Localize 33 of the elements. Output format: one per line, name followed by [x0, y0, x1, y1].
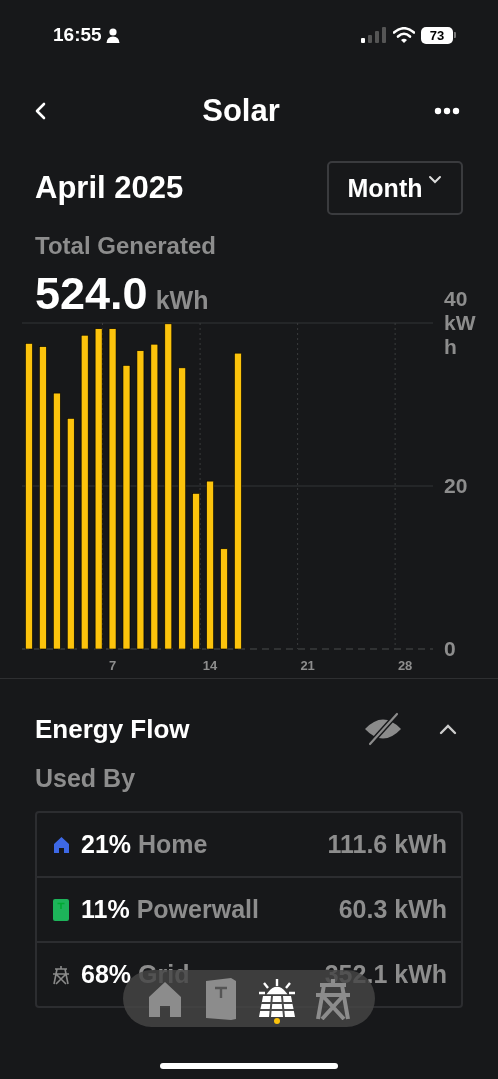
usage-label: Grid: [138, 960, 191, 989]
usage-value: 111.6 kWh: [327, 830, 447, 859]
axis-label: 0: [444, 637, 457, 661]
usage-value: 352.1 kWh: [324, 960, 447, 989]
chevron-up-icon: [438, 723, 458, 735]
period-title: April 2025: [35, 170, 184, 206]
usage-label: Powerwall: [136, 895, 260, 924]
caret-icon: [428, 175, 443, 184]
clock-time: 16:55: [53, 24, 102, 46]
axis-label: 40 kWh: [444, 287, 477, 359]
person-icon: [105, 27, 120, 43]
axis-label: 14: [202, 658, 218, 673]
usage-percent: 21%: [81, 830, 132, 859]
total-label: Total Generated: [35, 232, 217, 260]
section-title: Energy Flow: [35, 713, 191, 745]
axis-label: 21: [300, 658, 315, 673]
axis-label: 28: [397, 658, 413, 673]
section-subtitle: Used By: [34, 763, 137, 793]
usage-label: Home: [138, 830, 209, 859]
axis-label: 20: [444, 474, 469, 498]
signal-icon: [361, 27, 387, 43]
total-unit: kWh: [155, 285, 209, 316]
dots-icon: [434, 107, 460, 115]
usage-percent: 11%: [81, 895, 130, 924]
period-dropdown[interactable]: Month: [327, 161, 463, 215]
total-value: 524.0: [35, 272, 148, 316]
page-title: Solar: [202, 93, 280, 129]
wifi-icon: [393, 27, 415, 43]
battery-icon: 73: [421, 26, 456, 44]
axis-label: 7: [108, 658, 117, 673]
usage-percent: 68%: [81, 960, 132, 989]
usage-value: 60.3 kWh: [338, 895, 447, 924]
chevron-left-icon: [34, 101, 48, 121]
